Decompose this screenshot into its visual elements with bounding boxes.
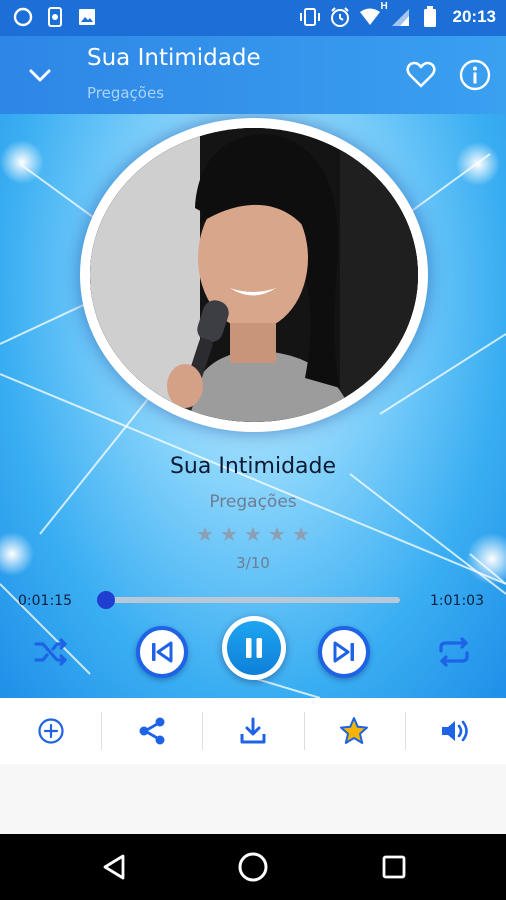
- shuffle-button[interactable]: [32, 634, 72, 670]
- rating-star-4-icon[interactable]: ★: [268, 522, 286, 546]
- volume-icon: [442, 720, 469, 742]
- download-button[interactable]: [202, 698, 303, 764]
- download-icon: [240, 717, 266, 744]
- page-title: Sua Intimidade: [87, 45, 261, 71]
- star-icon: [340, 717, 369, 744]
- home-nav-icon[interactable]: [235, 849, 271, 885]
- skip-next-icon: [333, 641, 354, 663]
- add-circle-icon: [37, 718, 64, 744]
- rating-star-3-icon[interactable]: ★: [244, 522, 262, 546]
- alarm-icon: [329, 6, 351, 28]
- track-title: Sua Intimidade: [169, 454, 337, 479]
- previous-button[interactable]: [136, 626, 188, 678]
- next-button[interactable]: [318, 626, 370, 678]
- battery-icon: [419, 6, 441, 28]
- seek-bar[interactable]: [97, 591, 400, 609]
- network-type-label: H: [380, 1, 388, 12]
- repeat-icon: [439, 637, 469, 667]
- clock: 20:13: [452, 7, 496, 26]
- system-navigation-bar: [0, 834, 506, 900]
- back-nav-icon[interactable]: [96, 849, 132, 885]
- track-counter: 3/10: [236, 554, 270, 572]
- repeat-button[interactable]: [434, 634, 474, 670]
- heart-outline-icon[interactable]: [402, 56, 440, 94]
- phone-sync-icon: [44, 6, 66, 28]
- info-icon[interactable]: [456, 56, 494, 94]
- share-button[interactable]: [101, 698, 202, 764]
- track-category[interactable]: Pregações: [0, 492, 506, 512]
- rating-stars[interactable]: ★ ★ ★ ★ ★: [196, 522, 310, 546]
- rating-star-1-icon[interactable]: ★: [196, 522, 214, 546]
- recents-nav-icon[interactable]: [376, 849, 412, 885]
- pause-icon: [246, 638, 262, 658]
- seek-bar-thumb[interactable]: [97, 591, 115, 609]
- rate-button[interactable]: [303, 698, 405, 764]
- volume-button[interactable]: [404, 698, 506, 764]
- top-app-bar: Sua Intimidade Pregações: [0, 36, 506, 114]
- shuffle-icon: [34, 638, 67, 666]
- skip-previous-icon: [152, 641, 173, 663]
- rating-star-5-icon[interactable]: ★: [292, 522, 310, 546]
- empty-content-area: [0, 764, 506, 834]
- page-subtitle: Pregações: [87, 84, 165, 102]
- total-time: 1:01:03: [430, 593, 484, 609]
- circle-icon: [12, 6, 34, 28]
- signal-icon: H: [381, 1, 411, 28]
- album-art: [80, 118, 428, 432]
- player-panel: Sua Intimidade Pregações ★ ★ ★ ★ ★ 3/10 …: [0, 114, 506, 698]
- vibrate-icon: [299, 6, 321, 28]
- wifi-icon: [359, 6, 381, 28]
- add-to-playlist-button[interactable]: [0, 698, 101, 764]
- current-time: 0:01:15: [18, 593, 72, 609]
- status-bar: H 20:13: [0, 0, 506, 36]
- action-bar: [0, 698, 506, 764]
- share-icon: [139, 717, 165, 745]
- play-pause-button[interactable]: [222, 616, 286, 680]
- chevron-down-icon[interactable]: [22, 58, 58, 94]
- speaker-portrait-image: [90, 128, 418, 422]
- rating-star-2-icon[interactable]: ★: [220, 522, 238, 546]
- image-icon: [76, 6, 98, 28]
